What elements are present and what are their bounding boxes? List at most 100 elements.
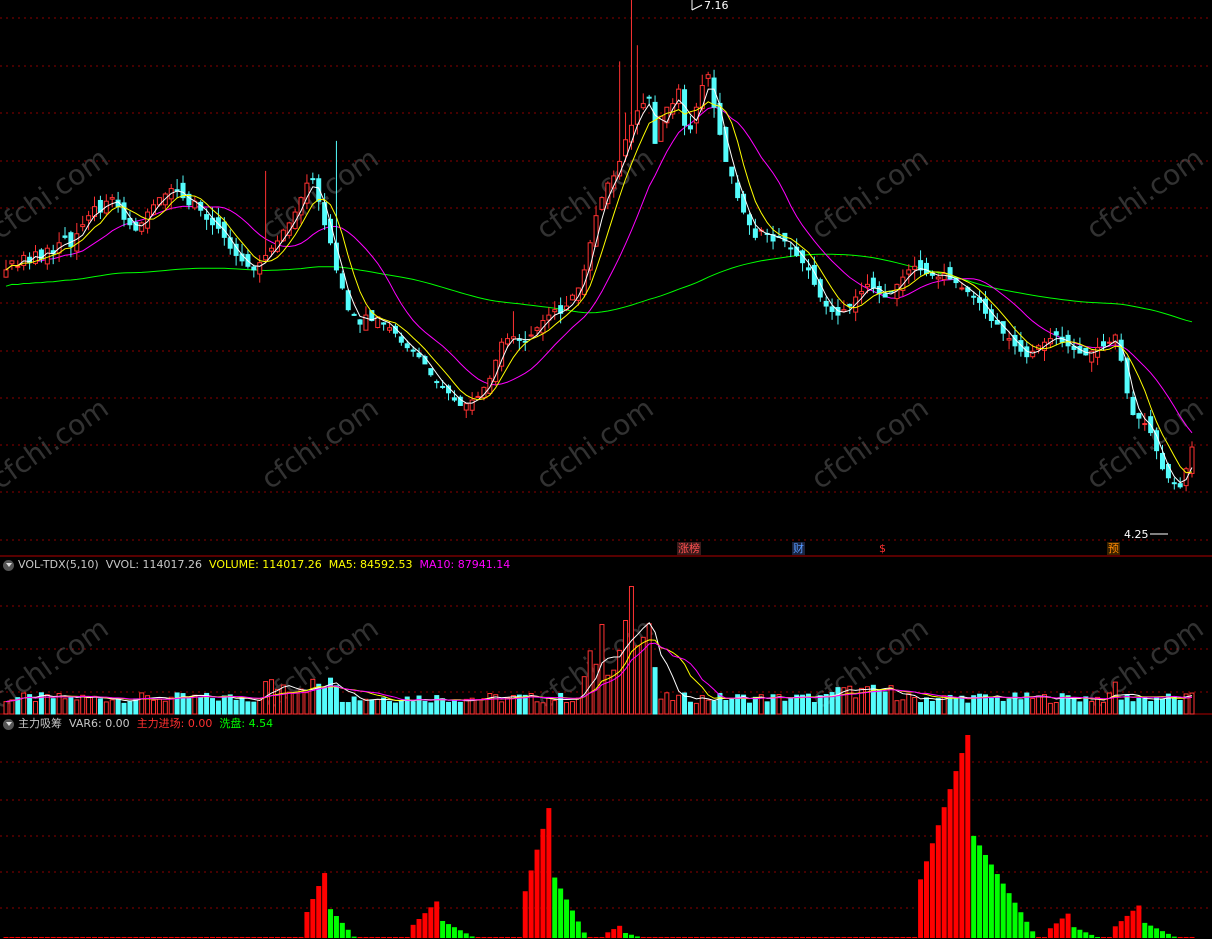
- candle-body: [623, 139, 629, 157]
- volume-bar: [912, 697, 918, 715]
- volume-bar: [3, 701, 9, 715]
- candle-body: [62, 235, 68, 238]
- capital-bar: [770, 936, 776, 938]
- capital-bar: [487, 936, 493, 938]
- volume-bar: [174, 692, 180, 715]
- candle: [746, 212, 752, 235]
- capital-bar: [115, 936, 121, 938]
- capital-bar: [251, 936, 257, 938]
- event-mark-finance[interactable]: 财: [792, 542, 805, 555]
- volume-bar: [487, 693, 493, 715]
- candle: [1041, 337, 1047, 361]
- candle-body: [741, 193, 747, 213]
- candle: [723, 126, 729, 162]
- capital-bar: [1118, 921, 1124, 938]
- capital-bar: [670, 936, 676, 938]
- volume-bar: [1136, 697, 1142, 715]
- volume-bar: [210, 698, 216, 715]
- capital-bar: [156, 936, 162, 938]
- volume-bar: [162, 700, 168, 715]
- volume-panel-header: VOL-TDX(5,10) VVOL: 114017.26 VOLUME: 11…: [0, 557, 517, 573]
- capital-indicator-name[interactable]: 主力吸筹: [18, 716, 62, 732]
- capital-bar: [1189, 936, 1195, 938]
- volume-bar: [853, 697, 859, 715]
- candle-body: [310, 178, 316, 181]
- capital-bar: [351, 936, 357, 938]
- volume-bar: [381, 697, 387, 715]
- volume-bar: [428, 702, 434, 715]
- candle-body: [528, 334, 534, 337]
- volume-bar: [457, 701, 463, 715]
- high-price-label: 7.16: [704, 0, 729, 12]
- volume-bar: [711, 700, 717, 715]
- capital-bar: [1077, 929, 1083, 938]
- volume-bar: [345, 702, 351, 715]
- candle: [835, 299, 841, 325]
- volume-bar: [351, 696, 357, 715]
- capital-bar: [422, 913, 428, 938]
- capital-bar: [764, 936, 770, 938]
- capital-bar: [304, 912, 310, 938]
- candle-body: [68, 232, 74, 247]
- candle: [918, 250, 924, 276]
- volume-bar: [658, 698, 664, 715]
- volume-panel-toggle[interactable]: [3, 559, 14, 571]
- event-mark-forecast[interactable]: 预: [1107, 542, 1120, 555]
- capital-bar: [776, 936, 782, 938]
- candle-body: [233, 243, 239, 256]
- volume-bar: [546, 697, 552, 715]
- capital-bar: [333, 916, 339, 938]
- capital-bar: [375, 936, 381, 938]
- capital-panel-toggle[interactable]: [3, 718, 14, 730]
- capital-bar: [1053, 923, 1059, 938]
- candle-body: [9, 260, 15, 265]
- volume-bar: [935, 698, 941, 715]
- volume-bar: [44, 694, 50, 715]
- capital-bar: [1142, 922, 1148, 938]
- candlesticks[interactable]: [3, 0, 1195, 492]
- candle-body: [204, 214, 210, 220]
- candle: [168, 184, 174, 210]
- volume-bar: [788, 698, 794, 715]
- candle: [180, 175, 186, 201]
- capital-bar: [605, 932, 611, 938]
- capital-bar: [634, 936, 640, 938]
- candle-body: [357, 319, 363, 325]
- candle-body: [1171, 482, 1177, 485]
- volume-bar: [1077, 701, 1083, 715]
- candle: [351, 312, 357, 316]
- event-mark-dollar[interactable]: $: [878, 542, 887, 555]
- volume-bar: [416, 695, 422, 715]
- capital-bar: [800, 936, 806, 938]
- capital-bar: [1095, 936, 1101, 938]
- volume-bar: [245, 701, 251, 715]
- event-mark-limit-up[interactable]: 涨榜: [677, 542, 701, 555]
- capital-bar: [257, 936, 263, 938]
- capital-bar: [599, 936, 605, 938]
- volume-bar: [127, 701, 133, 715]
- volume-bar: [540, 702, 546, 715]
- capital-bar: [1171, 936, 1177, 938]
- capital-bar: [870, 936, 876, 938]
- stock-chart[interactable]: cfchi.com cfchi.com cfchi.com cfchi.com cfch…: [0, 0, 1212, 939]
- volume-bar: [398, 700, 404, 715]
- candle-body: [428, 368, 434, 376]
- capital-bar: [982, 854, 988, 938]
- candle: [1047, 328, 1053, 348]
- candle: [988, 304, 994, 328]
- capital-bar: [86, 936, 92, 938]
- capital-bar: [210, 936, 216, 938]
- candle-body: [1053, 331, 1059, 336]
- volume-bar: [156, 698, 162, 715]
- candle-body: [339, 273, 345, 289]
- candle-body: [1159, 452, 1165, 470]
- volume-bar: [1100, 701, 1106, 715]
- volume-bar: [870, 684, 876, 715]
- capital-bar: [133, 936, 139, 938]
- volume-bar: [74, 699, 80, 715]
- candle: [870, 271, 876, 294]
- volume-indicator-name[interactable]: VOL-TDX(5,10): [18, 557, 99, 573]
- capital-bar: [1154, 928, 1160, 938]
- volume-bar: [475, 699, 481, 715]
- capital-bar: [416, 918, 422, 938]
